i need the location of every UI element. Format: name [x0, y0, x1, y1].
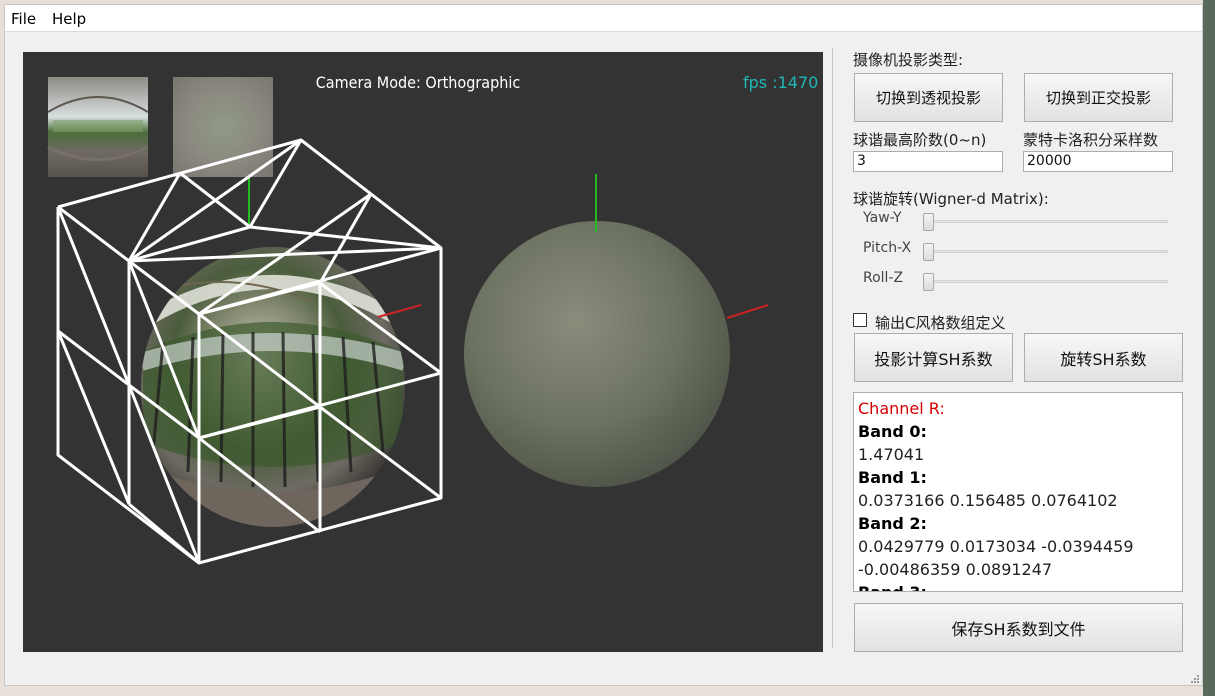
- yaw-slider-handle[interactable]: [923, 213, 934, 231]
- pitch-slider[interactable]: [923, 243, 1168, 261]
- output-band3-label: Band 3:: [858, 581, 1178, 591]
- output-band1-values: 0.0373166 0.156485 0.0764102: [858, 491, 1118, 510]
- project-sh-button[interactable]: 投影计算SH系数: [854, 333, 1013, 382]
- output-band2-label: Band 2:: [858, 514, 927, 533]
- fps-counter: fps :1470: [743, 73, 819, 92]
- yaw-label: Yaw-Y: [863, 210, 902, 226]
- output-band0-values: 1.47041: [858, 445, 925, 464]
- menu-file[interactable]: File: [11, 10, 36, 28]
- save-sh-button[interactable]: 保存SH系数到文件: [854, 603, 1183, 652]
- output-band1-label: Band 1:: [858, 468, 927, 487]
- roll-slider-handle[interactable]: [923, 273, 934, 291]
- rotate-sh-button[interactable]: 旋转SH系数: [1024, 333, 1183, 382]
- perspective-button[interactable]: 切换到透视投影: [854, 73, 1003, 122]
- camera-mode-text: Camera Mode: Orthographic: [315, 73, 521, 92]
- x-axis-right: [726, 304, 769, 319]
- mc-samples-input[interactable]: 20000: [1023, 151, 1173, 172]
- output-c-array-label: 输出C风格数组定义: [875, 314, 1006, 332]
- output-band0-label: Band 0:: [858, 422, 927, 441]
- max-order-input[interactable]: 3: [853, 151, 1003, 172]
- sh-reconstructed-sphere: [464, 221, 730, 487]
- pitch-slider-track: [923, 250, 1168, 253]
- roll-label: Roll-Z: [863, 270, 904, 286]
- projection-type-label: 摄像机投影类型:: [853, 51, 964, 69]
- yaw-slider-track: [923, 220, 1168, 223]
- panel-divider: [832, 48, 833, 648]
- background-window-edge: [1203, 0, 1215, 696]
- output-c-array-checkbox[interactable]: [853, 313, 867, 327]
- max-order-label: 球谐最高阶数(0~n): [853, 131, 987, 149]
- menu-bar: File Help: [5, 5, 1202, 32]
- x-axis-left: [377, 304, 422, 318]
- pitch-label: Pitch-X: [863, 240, 912, 256]
- mc-samples-label: 蒙特卡洛积分采样数: [1023, 131, 1159, 149]
- pitch-slider-handle[interactable]: [923, 243, 934, 261]
- menu-help[interactable]: Help: [52, 10, 86, 28]
- roll-slider[interactable]: [923, 273, 1168, 291]
- output-channel-label: Channel R:: [858, 399, 945, 418]
- rotation-label: 球谐旋转(Wigner-d Matrix):: [853, 190, 1049, 208]
- roll-slider-track: [923, 280, 1168, 283]
- render-viewport[interactable]: Camera Mode: Orthographic fps :1470: [23, 52, 823, 652]
- sh-output-textbox[interactable]: Channel R: Band 0: 1.47041 Band 1: 0.037…: [853, 392, 1183, 592]
- orthographic-button[interactable]: 切换到正交投影: [1024, 73, 1173, 122]
- output-band2-values-line2: -0.00486359 0.0891247: [858, 560, 1053, 579]
- resize-grip-icon[interactable]: [1190, 674, 1200, 684]
- scene-canvas: [47, 77, 769, 565]
- yaw-slider[interactable]: [923, 213, 1168, 231]
- output-band2-values-line1: 0.0429779 0.0173034 -0.0394459: [858, 537, 1134, 556]
